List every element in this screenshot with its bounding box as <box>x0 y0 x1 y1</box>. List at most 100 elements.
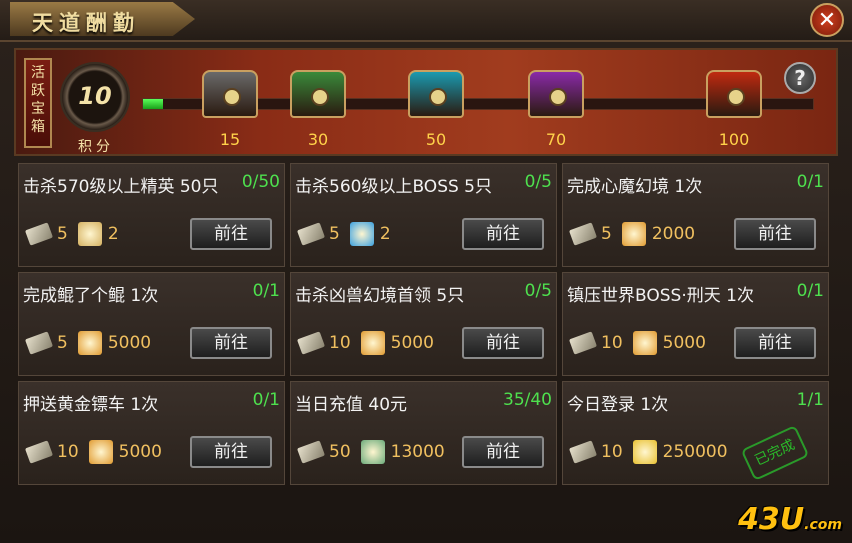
task-progress: 0/5 <box>524 172 552 192</box>
question-icon: ? <box>794 66 806 90</box>
scroll-icon <box>568 331 598 355</box>
reward-scroll-count: 10 <box>601 333 623 353</box>
reward-scroll-count: 10 <box>329 333 351 353</box>
reward-item-count: 5000 <box>390 333 434 353</box>
title-bar: 天道酬勤 ✕ <box>0 0 852 42</box>
reward-scroll-count: 5 <box>601 224 612 244</box>
task-rewards: 5 5000 <box>24 331 152 355</box>
task-rewards: 52 <box>24 222 119 246</box>
orb-icon <box>349 222 374 246</box>
scroll-icon <box>24 440 54 464</box>
treasure-chest-4[interactable] <box>706 70 762 118</box>
chest-threshold-label: 100 <box>718 130 750 149</box>
watermark-suffix: .com <box>804 517 842 533</box>
ticket-icon <box>77 331 102 355</box>
points-ring: 10 <box>60 62 130 132</box>
task-rewards: 10 5000 <box>24 440 162 464</box>
scroll-icon <box>296 440 326 464</box>
task-card: 今日登录 1次 1/1 10 250000 已完成 <box>562 381 829 485</box>
reward-scroll-count: 5 <box>57 224 68 244</box>
reward-item-count: 2 <box>107 224 119 244</box>
go-button[interactable]: 前往 <box>734 327 816 359</box>
chest-threshold-label: 50 <box>425 130 447 149</box>
task-name: 押送黄金镖车 1次 <box>23 395 159 415</box>
task-name: 镇压世界BOSS·刑天 1次 <box>567 286 754 306</box>
task-rewards: 52 <box>296 222 391 246</box>
help-button[interactable]: ? <box>784 62 816 94</box>
scroll-icon <box>296 331 326 355</box>
task-card: 击杀570级以上精英 50只 0/50 5 2 前往 <box>18 163 285 267</box>
reward-item-count: 5000 <box>107 333 152 353</box>
task-progress: 1/1 <box>796 390 824 410</box>
go-button[interactable]: 前往 <box>462 436 544 468</box>
task-rewards: 5 2000 <box>568 222 695 246</box>
completed-stamp: 已完成 <box>740 424 810 482</box>
go-button[interactable]: 前往 <box>462 218 544 250</box>
reward-item-count: 13000 <box>390 442 445 462</box>
reward-item-count: 2 <box>379 224 391 244</box>
reward-item-count: 5000 <box>118 442 162 462</box>
reward-scroll-count: 10 <box>57 442 79 462</box>
chest-threshold-label: 70 <box>545 130 567 149</box>
close-icon: ✕ <box>817 8 837 33</box>
points-label: 积分 <box>78 139 114 155</box>
ticket-icon <box>88 440 113 464</box>
go-button[interactable]: 前往 <box>734 218 816 250</box>
title-plate: 天道酬勤 <box>10 2 195 36</box>
chest-lock-icon <box>429 88 447 106</box>
task-progress: 0/1 <box>796 172 824 192</box>
reward-scroll-count: 10 <box>601 442 623 462</box>
go-button[interactable]: 前往 <box>462 327 544 359</box>
task-card: 击杀凶兽幻境首领 5只 0/5 10 5000 前往 <box>290 272 557 376</box>
chest-lock-icon <box>727 88 745 106</box>
chest-threshold-label: 15 <box>219 130 241 149</box>
activity-progress-banner: 活跃宝箱 10 积分 15 30 50 70 100 ? <box>14 48 838 156</box>
task-name: 当日充值 40元 <box>295 395 408 415</box>
chest-lock-icon <box>311 88 329 106</box>
reward-item-count: 250000 <box>662 442 728 462</box>
activity-box-tag: 活跃宝箱 <box>24 58 52 148</box>
task-card: 完成心魔幻境 1次 0/1 5 2000 前往 <box>562 163 829 267</box>
task-progress: 0/50 <box>241 172 280 192</box>
task-rewards: 10 5000 <box>296 331 434 355</box>
go-button[interactable]: 前往 <box>190 436 272 468</box>
go-button[interactable]: 前往 <box>190 327 272 359</box>
task-rewards: 10 250000 <box>568 440 728 464</box>
task-name: 完成心魔幻境 1次 <box>567 177 703 197</box>
map-icon <box>77 222 102 246</box>
points-value: 10 <box>78 82 112 110</box>
task-name: 击杀570级以上精英 50只 <box>23 177 219 197</box>
task-name: 完成鲲了个鲲 1次 <box>23 286 159 306</box>
task-card: 当日充值 40元 35/40 50 13000 前往 <box>290 381 557 485</box>
task-progress: 35/40 <box>503 390 552 410</box>
close-button[interactable]: ✕ <box>810 3 844 37</box>
task-name: 击杀凶兽幻境首领 5只 <box>295 286 465 306</box>
treasure-chest-1[interactable] <box>290 70 346 118</box>
task-name: 今日登录 1次 <box>567 395 669 415</box>
ticket-icon <box>632 331 657 355</box>
reward-scroll-count: 50 <box>329 442 351 462</box>
task-progress: 0/1 <box>796 281 824 301</box>
scroll-icon <box>568 222 598 246</box>
treasure-chest-3[interactable] <box>528 70 584 118</box>
task-card: 押送黄金镖车 1次 0/1 10 5000 前往 <box>18 381 285 485</box>
ticket-icon <box>360 331 385 355</box>
chest-lock-icon <box>223 88 241 106</box>
go-button[interactable]: 前往 <box>190 218 272 250</box>
chest-threshold-label: 30 <box>307 130 329 149</box>
reward-scroll-count: 5 <box>329 224 340 244</box>
scroll-icon <box>568 440 598 464</box>
ticket-icon <box>621 222 646 246</box>
jade-icon <box>360 440 385 464</box>
daily-activity-window: 天道酬勤 ✕ 活跃宝箱 10 积分 15 30 50 70 100 ? 击杀570级以上… <box>0 0 852 543</box>
scroll-icon <box>24 331 54 355</box>
task-card: 完成鲲了个鲲 1次 0/1 5 5000 前往 <box>18 272 285 376</box>
treasure-chest-2[interactable] <box>408 70 464 118</box>
task-progress: 0/1 <box>252 281 280 301</box>
watermark-main: 43U <box>738 502 805 537</box>
task-rewards: 10 5000 <box>568 331 706 355</box>
chest-lock-icon <box>549 88 567 106</box>
task-rewards: 50 13000 <box>296 440 445 464</box>
activity-progress-fill <box>143 99 164 109</box>
treasure-chest-0[interactable] <box>202 70 258 118</box>
